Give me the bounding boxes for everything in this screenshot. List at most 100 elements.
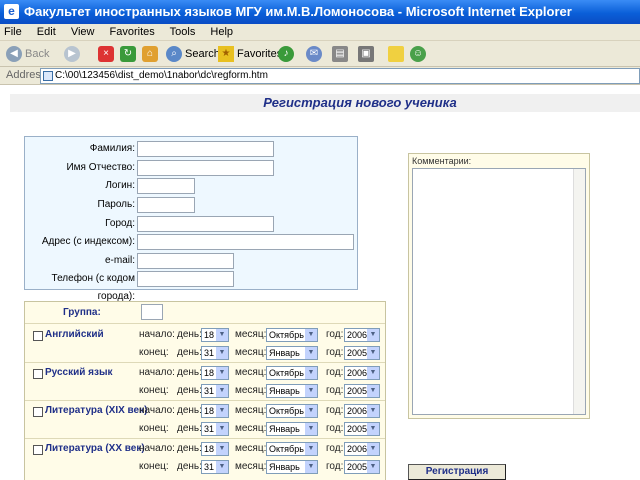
comments-textarea[interactable] — [412, 168, 586, 415]
star-icon: ★ — [218, 46, 234, 63]
end-year-select[interactable]: 2005 ▼ — [344, 422, 380, 436]
search-icon: ⌕ — [166, 46, 182, 63]
day-label: день: — [177, 329, 202, 340]
field-label: e-mail: — [104, 255, 135, 266]
start-month-select[interactable]: Октябрь ▼ — [266, 366, 318, 380]
start-day-select[interactable]: 18 ▼ — [201, 442, 229, 456]
menu-view[interactable]: View — [71, 26, 95, 38]
month-label: месяц: — [235, 423, 267, 434]
year-label: год: — [326, 347, 344, 358]
menu-tools[interactable]: Tools — [170, 26, 196, 38]
year-label: год: — [326, 329, 344, 340]
window-title-bar: e Факультет иностранных языков МГУ им.М.… — [0, 0, 640, 24]
start-day-select[interactable]: 18 ▼ — [201, 404, 229, 418]
month-label: месяц: — [235, 367, 267, 378]
chevron-down-icon: ▼ — [216, 461, 228, 473]
back-button[interactable]: ◀ Back — [6, 45, 49, 63]
year-label: год: — [326, 385, 344, 396]
name-input[interactable] — [137, 160, 274, 176]
start-month-select[interactable]: Октябрь ▼ — [266, 442, 318, 456]
end-month-select[interactable]: Январь ▼ — [266, 460, 318, 474]
month-label: месяц: — [235, 329, 267, 340]
menu-edit[interactable]: Edit — [37, 26, 56, 38]
start-year-select[interactable]: 2006 ▼ — [344, 366, 380, 380]
month-label: месяц: — [235, 461, 267, 472]
start-year-select[interactable]: 2006 ▼ — [344, 404, 380, 418]
menu-favorites[interactable]: Favorites — [110, 26, 155, 38]
start-month-select[interactable]: Октябрь ▼ — [266, 328, 318, 342]
personal-info-panel: Фамилия: Имя Отчество: Логин: Пароль: Го… — [24, 136, 358, 302]
media-button[interactable]: ♪ — [278, 45, 297, 63]
field-label: Город: — [105, 218, 135, 229]
end-year-select[interactable]: 2005 ▼ — [344, 346, 380, 360]
course-checkbox[interactable] — [33, 369, 43, 379]
end-month-select[interactable]: Январь ▼ — [266, 384, 318, 398]
chevron-down-icon: ▼ — [367, 385, 379, 397]
course-checkbox[interactable] — [33, 407, 43, 417]
home-button[interactable]: ⌂ — [142, 45, 161, 63]
start-year-select[interactable]: 2006 ▼ — [344, 442, 380, 456]
chevron-down-icon: ▼ — [367, 329, 379, 341]
end-day-select[interactable]: 31 ▼ — [201, 422, 229, 436]
chevron-down-icon: ▼ — [216, 347, 228, 359]
comments-scrollbar[interactable] — [573, 169, 585, 414]
phone-field[interactable] — [137, 271, 234, 287]
favorites-button[interactable]: ★ Favorites — [218, 45, 282, 63]
home-icon: ⌂ — [142, 46, 158, 63]
print-button[interactable]: ▤ — [332, 45, 351, 63]
surname-input[interactable] — [137, 141, 274, 157]
chevron-down-icon: ▼ — [216, 443, 228, 455]
course-name: Русский язык — [45, 367, 113, 378]
course-checkbox[interactable] — [33, 445, 43, 455]
comments-panel: Комментарии: — [408, 153, 590, 419]
chevron-down-icon: ▼ — [305, 367, 317, 379]
address-field[interactable] — [137, 234, 354, 250]
password-input[interactable] — [137, 197, 195, 213]
search-button[interactable]: ⌕ Search — [166, 45, 220, 63]
mail-button[interactable]: ✉ — [306, 45, 325, 63]
end-day-select[interactable]: 31 ▼ — [201, 384, 229, 398]
stop-button[interactable]: × — [98, 45, 117, 63]
group-input[interactable] — [141, 304, 163, 320]
start-day-select[interactable]: 18 ▼ — [201, 366, 229, 380]
day-label: день: — [177, 385, 202, 396]
field-label: Адрес (с индексом): — [41, 236, 135, 247]
month-label: месяц: — [235, 405, 267, 416]
chevron-down-icon: ▼ — [305, 443, 317, 455]
register-button[interactable]: Регистрация — [408, 464, 506, 480]
forward-button[interactable]: ▶ — [64, 45, 83, 63]
end-day-select[interactable]: 31 ▼ — [201, 460, 229, 474]
mail-icon: ✉ — [306, 46, 322, 63]
chevron-down-icon: ▼ — [216, 405, 228, 417]
refresh-button[interactable]: ↻ — [120, 45, 139, 63]
print-icon: ▤ — [332, 46, 348, 63]
end-month-select[interactable]: Январь ▼ — [266, 346, 318, 360]
menu-help[interactable]: Help — [210, 26, 233, 38]
chevron-down-icon: ▼ — [216, 367, 228, 379]
year-label: год: — [326, 405, 344, 416]
start-year-select[interactable]: 2006 ▼ — [344, 328, 380, 342]
start-day-select[interactable]: 18 ▼ — [201, 328, 229, 342]
end-month-select[interactable]: Январь ▼ — [266, 422, 318, 436]
discuss-button[interactable] — [388, 45, 407, 63]
year-label: год: — [326, 423, 344, 434]
address-input[interactable]: C:\00\123456\dist_demo\1nabor\dc\regform… — [40, 68, 640, 84]
start-month-select[interactable]: Октябрь ▼ — [266, 404, 318, 418]
comments-label: Комментарии: — [412, 156, 472, 166]
messenger-button[interactable]: ☺ — [410, 45, 429, 63]
course-name: Английский — [45, 329, 104, 340]
course-checkbox[interactable] — [33, 331, 43, 341]
messenger-icon: ☺ — [410, 46, 426, 63]
refresh-icon: ↻ — [120, 46, 136, 63]
ie-icon: e — [4, 4, 19, 19]
end-year-select[interactable]: 2005 ▼ — [344, 460, 380, 474]
field-label: Пароль: — [97, 199, 135, 210]
edit-button[interactable]: ▣ — [358, 45, 377, 63]
chevron-down-icon: ▼ — [216, 329, 228, 341]
email-field[interactable] — [137, 253, 234, 269]
city-input[interactable] — [137, 216, 274, 232]
end-day-select[interactable]: 31 ▼ — [201, 346, 229, 360]
end-year-select[interactable]: 2005 ▼ — [344, 384, 380, 398]
menu-file[interactable]: File — [4, 26, 22, 38]
login-input[interactable] — [137, 178, 195, 194]
